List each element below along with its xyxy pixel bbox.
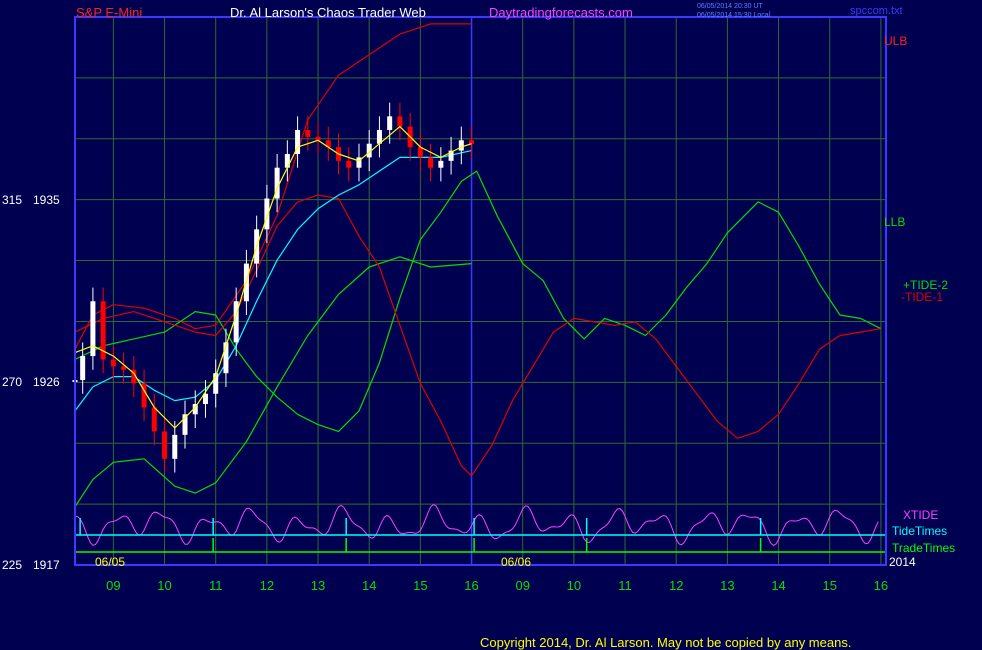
price-bar-body-10 — [172, 434, 178, 459]
day-label-0606: 06/06 — [501, 555, 531, 569]
price-bar-body-9 — [162, 431, 168, 459]
legend-tide-times: TideTimes — [892, 524, 947, 538]
price-bar-body-35 — [428, 157, 434, 168]
x-tick-label-2: 11 — [209, 578, 223, 593]
y-label-price-1926: 1926 — [33, 375, 60, 389]
chart-svg: S&P E-Mini Dr. Al Larson's Chaos Trader … — [0, 0, 982, 650]
price-bar-body-34 — [417, 147, 423, 158]
x-tick-label-6: 15 — [413, 578, 427, 593]
price-bar-body-39 — [469, 140, 475, 144]
x-tick-label-5: 14 — [362, 578, 376, 593]
legend-xtide: XTIDE — [903, 508, 938, 522]
timestamp-ut: 06/05/2014 20:30 UT — [697, 3, 763, 10]
x-tick-label-1: 10 — [157, 578, 171, 593]
price-bar-body-21 — [284, 154, 290, 168]
y-label-left-270: 270 — [2, 375, 22, 389]
x-tick-label-3: 12 — [260, 578, 274, 593]
y-label-left-315: 315 — [2, 193, 22, 207]
y-label-left-225: 225 — [2, 558, 22, 572]
x-tick-label-10: 11 — [618, 578, 632, 593]
price-bar-body-2 — [90, 301, 96, 357]
x-tick-label-7: 16 — [464, 578, 478, 593]
price-bar-body-32 — [397, 116, 403, 127]
y-label-price-1935: 1935 — [33, 193, 60, 207]
site-link[interactable]: Daytradingforecasts.com — [489, 5, 633, 20]
ulb-label: ULB — [884, 34, 907, 48]
legend-trade-times: TradeTimes — [892, 541, 955, 555]
legend-tide-minus: -TIDE-1 — [901, 290, 943, 304]
x-tick-label-13: 14 — [771, 578, 785, 593]
price-bar-body-27 — [346, 160, 352, 168]
x-tick-label-14: 15 — [822, 578, 836, 593]
price-bar-body-38 — [458, 140, 464, 151]
price-bar-body-8 — [151, 407, 157, 432]
x-tick-label-0: 09 — [106, 578, 120, 593]
instrument-label: S&P E-Mini — [76, 5, 142, 20]
copyright-footer: Copyright 2014, Dr. Al Larson. May not b… — [480, 635, 851, 650]
file-name: spccom.txt — [850, 5, 903, 17]
y-label-price-1917: 1917 — [33, 558, 60, 572]
timestamp-local: 06/05/2014 15:30 Local — [697, 12, 771, 19]
price-bar-body-1 — [80, 356, 86, 381]
price-bar-body-23 — [305, 130, 311, 137]
llb-label: LLB — [884, 215, 905, 229]
x-tick-label-11: 12 — [669, 578, 683, 593]
year-label: 2014 — [889, 555, 916, 569]
x-tick-label-4: 13 — [311, 578, 325, 593]
page-title: Dr. Al Larson's Chaos Trader Web — [230, 5, 426, 20]
x-tick-label-8: 09 — [515, 578, 529, 593]
x-tick-label-15: 16 — [874, 578, 888, 593]
x-tick-label-12: 13 — [720, 578, 734, 593]
price-bar-body-4 — [110, 359, 116, 367]
price-bar-body-36 — [438, 160, 444, 168]
price-bar-body-31 — [387, 116, 393, 131]
day-label-0605: 06/05 — [95, 555, 125, 569]
x-tick-label-9: 10 — [567, 578, 581, 593]
